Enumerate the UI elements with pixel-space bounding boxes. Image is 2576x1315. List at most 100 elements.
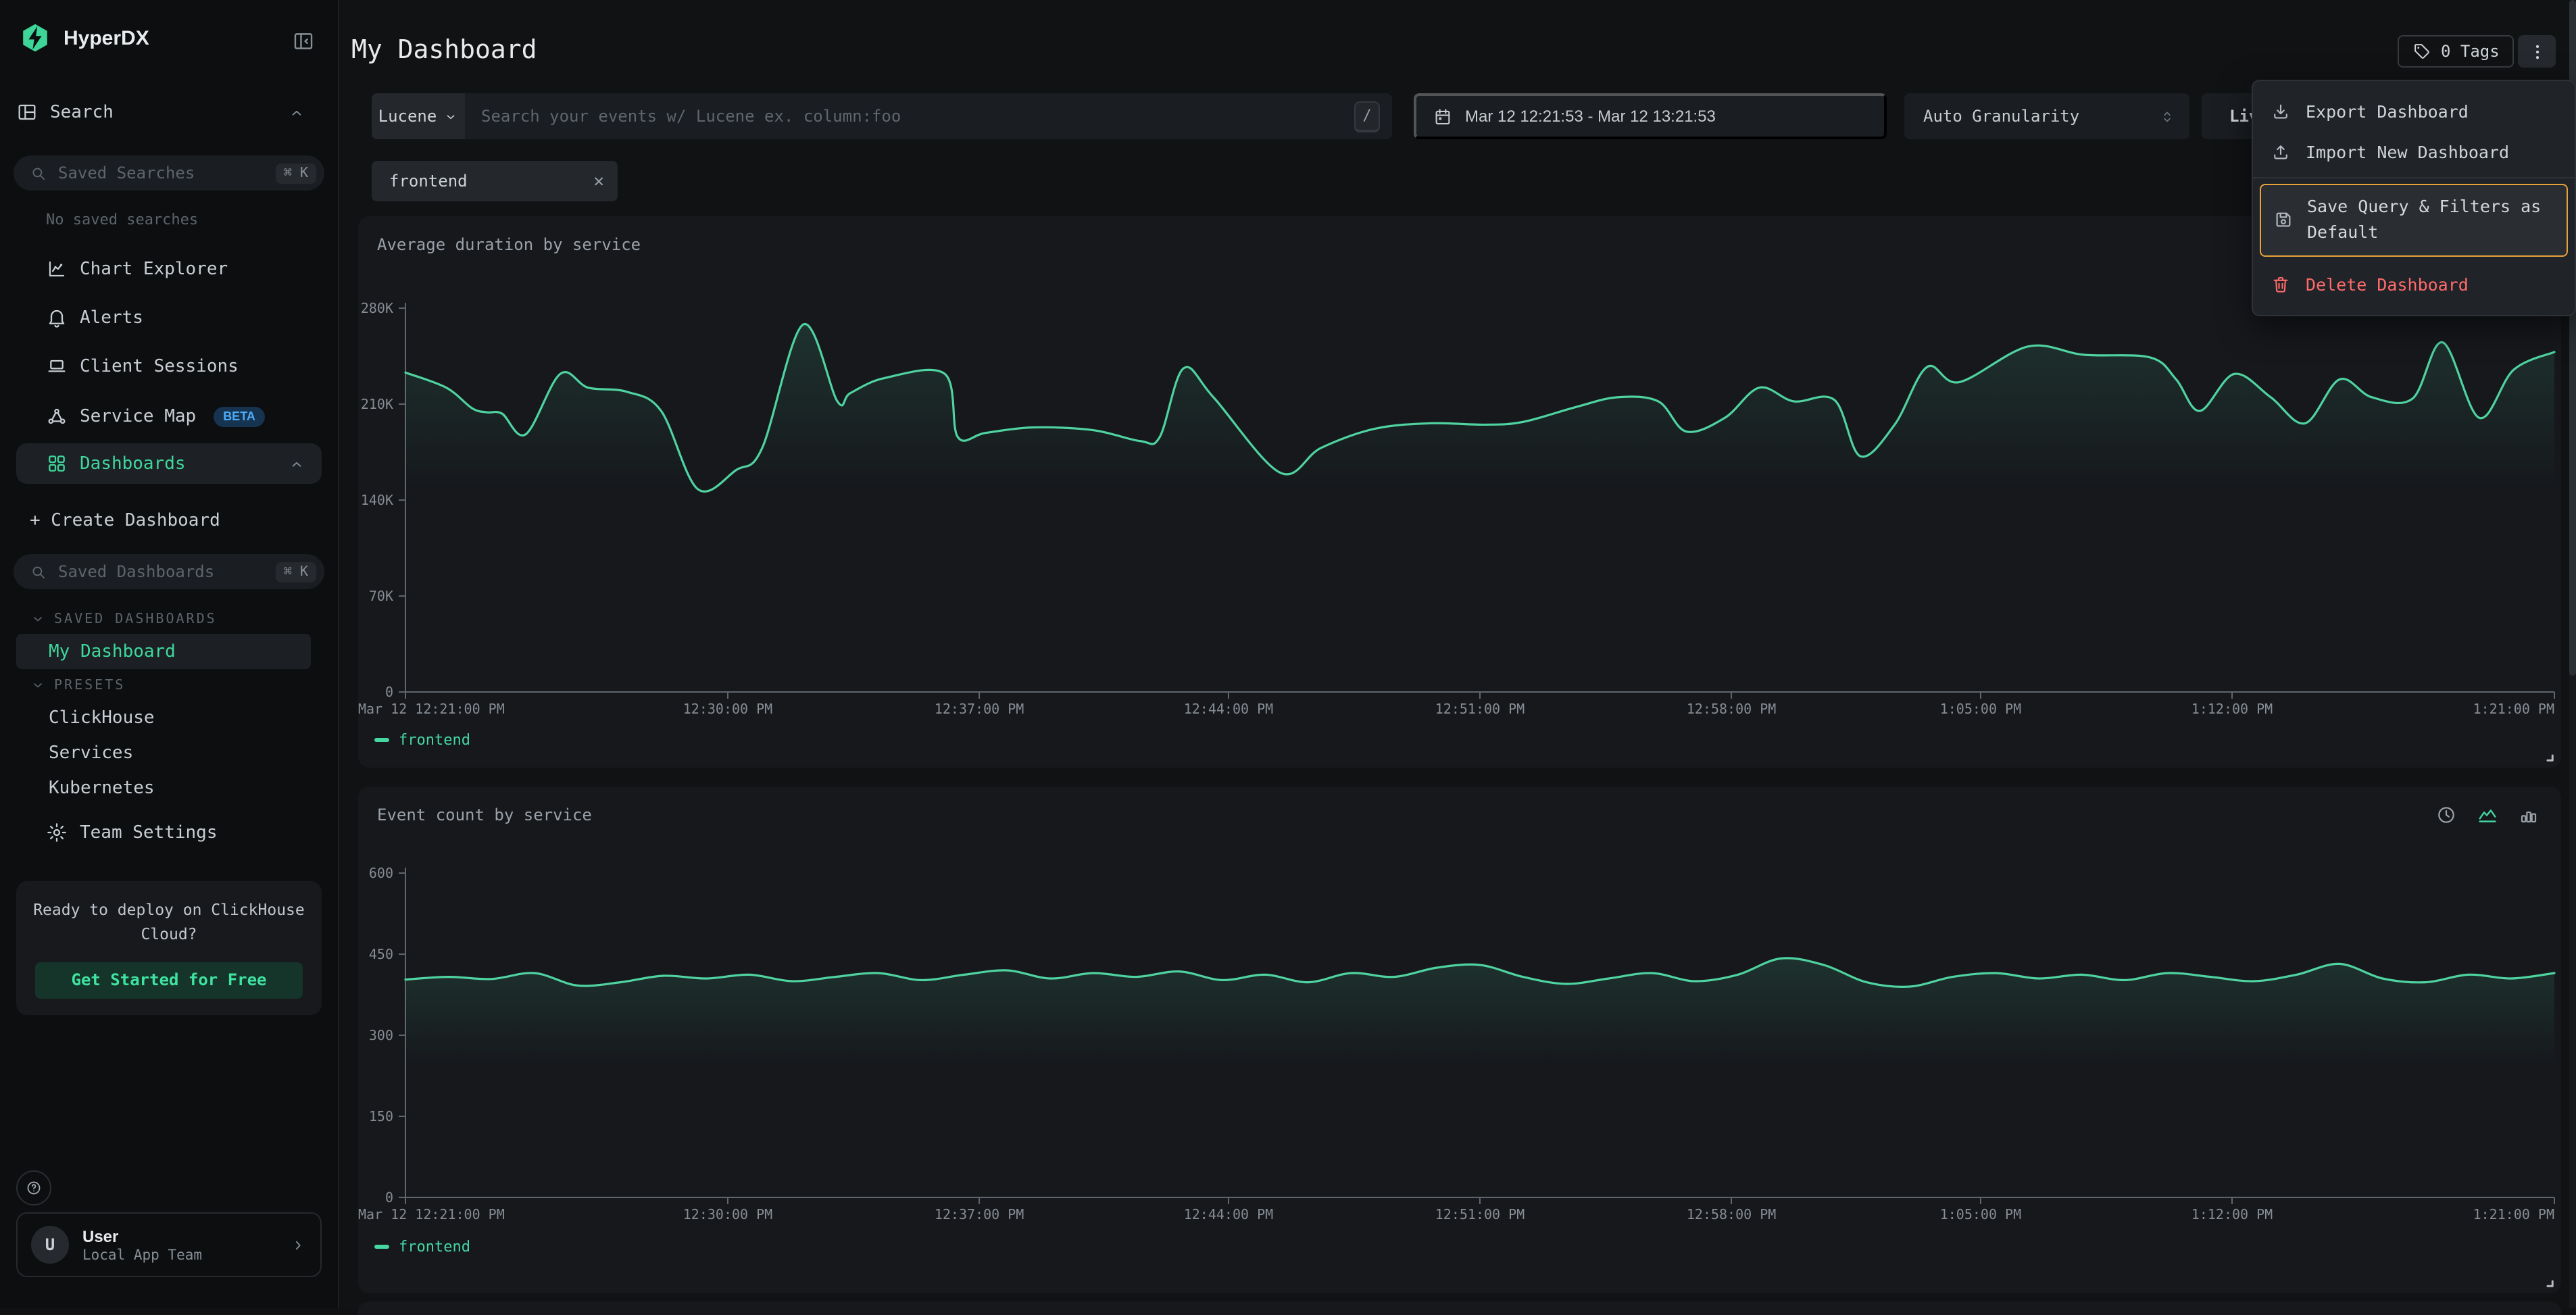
svg-text:0: 0 [385, 684, 393, 700]
upload-icon [2271, 141, 2291, 162]
sidebar-item-label: Chart Explorer [80, 259, 228, 279]
svg-text:210K: 210K [361, 396, 393, 412]
event-search-bar: Lucene Search your events w/ Lucene ex. … [372, 93, 1392, 139]
preset-item-kubernetes[interactable]: Kubernetes [49, 772, 155, 804]
svg-text:12:51:00 PM: 12:51:00 PM [1435, 1206, 1525, 1222]
panel-resize-handle[interactable] [2540, 1273, 2554, 1288]
chevron-right-icon [289, 1236, 307, 1254]
calendar-icon [1433, 106, 1453, 126]
create-dashboard-button[interactable]: + Create Dashboard [30, 504, 220, 537]
svg-text:1:21:00 PM: 1:21:00 PM [2473, 1206, 2554, 1222]
sidebar-item-search[interactable]: Search [16, 96, 322, 128]
preset-item-services[interactable]: Services [49, 737, 133, 769]
svg-text:12:58:00 PM: 12:58:00 PM [1687, 701, 1776, 717]
shortcut-badge: ⌘ K [276, 163, 316, 183]
svg-text:70K: 70K [369, 588, 393, 604]
svg-text:1:05:00 PM: 1:05:00 PM [1940, 1206, 2021, 1222]
sidebar-item-dashboards[interactable]: Dashboards [16, 443, 322, 484]
sidebar: HyperDX Search Saved Searches ⌘ K No sav… [0, 0, 339, 1308]
section-presets[interactable]: PRESETS [30, 674, 125, 696]
chevron-up-icon[interactable] [288, 103, 305, 121]
panel-resize-handle[interactable] [2540, 747, 2554, 762]
legend-swatch [374, 1245, 389, 1249]
saved-dashboard-item-my-dashboard[interactable]: My Dashboard [16, 634, 311, 669]
dashboard-options-button[interactable] [2518, 35, 2556, 68]
chart-legend[interactable]: frontend [374, 731, 470, 749]
svg-text:300: 300 [369, 1027, 393, 1043]
laptop-icon [46, 355, 68, 377]
select-chevrons-icon [2158, 107, 2176, 125]
granularity-value: Auto Granularity [1923, 107, 2079, 126]
line-chart-average-duration[interactable]: 070K140K210K280KMar 12 12:21:00 PM12:30:… [358, 216, 2561, 768]
line-chart-event-count[interactable]: 0150300450600Mar 12 12:21:00 PM12:30:00 … [358, 787, 2561, 1293]
sidebar-item-label: Search [50, 102, 114, 122]
table-icon [16, 101, 38, 123]
tag-icon [2412, 42, 2431, 61]
menu-item-export-dashboard[interactable]: Export Dashboard [2253, 91, 2575, 131]
sidebar-item-label: Service Map [80, 406, 196, 426]
help-button[interactable] [16, 1170, 51, 1206]
menu-item-delete-dashboard[interactable]: Delete Dashboard [2253, 264, 2575, 305]
dashboards-grid-icon [46, 453, 68, 474]
date-range-value: Mar 12 12:21:53 - Mar 12 13:21:53 [1465, 107, 1716, 126]
sidebar-item-label: Client Sessions [80, 356, 239, 376]
download-icon [2271, 101, 2291, 121]
sidebar-item-team-settings[interactable]: Team Settings [46, 816, 322, 849]
app-logo[interactable]: HyperDX [19, 22, 322, 54]
user-team: Local App Team [82, 1247, 202, 1263]
event-search-input[interactable]: Search your events w/ Lucene ex. column:… [465, 107, 1354, 126]
svg-text:600: 600 [369, 865, 393, 881]
question-icon [26, 1177, 42, 1199]
page-title: My Dashboard [351, 35, 537, 65]
sidebar-item-alerts[interactable]: Alerts [46, 301, 322, 334]
sidebar-item-chart-explorer[interactable]: Chart Explorer [46, 253, 322, 285]
section-label: SAVED DASHBOARDS [54, 612, 217, 626]
panel-collapse-icon [292, 30, 315, 53]
user-name: User [82, 1226, 202, 1245]
svg-text:450: 450 [369, 946, 393, 962]
user-menu[interactable]: U User Local App Team [16, 1212, 322, 1277]
chart-panel-event-count: Event count by service 0150300450600Mar … [358, 787, 2561, 1293]
menu-item-save-query-filters-default[interactable]: Save Query & Filters as Default [2260, 184, 2568, 256]
sidebar-item-label: Team Settings [80, 822, 218, 843]
get-started-button[interactable]: Get Started for Free [35, 962, 303, 998]
legend-label: frontend [399, 1238, 470, 1256]
saved-dashboards-input[interactable]: Saved Dashboards ⌘ K [14, 554, 324, 589]
chevron-down-icon [443, 109, 458, 124]
bell-icon [46, 307, 68, 328]
sidebar-item-client-sessions[interactable]: Client Sessions [46, 350, 322, 382]
svg-text:Mar 12 12:21:00 PM: Mar 12 12:21:00 PM [358, 1206, 505, 1222]
chart-panel-average-duration: Average duration by service 070K140K210K… [358, 216, 2561, 768]
tags-button[interactable]: 0 Tags [2398, 35, 2515, 68]
search-icon [30, 164, 47, 182]
section-saved-dashboards[interactable]: SAVED DASHBOARDS [30, 608, 217, 630]
saved-searches-input[interactable]: Saved Searches ⌘ K [14, 155, 324, 191]
sidebar-collapse-button[interactable] [292, 30, 315, 53]
sidebar-item-service-map[interactable]: Service Map BETA [46, 400, 322, 432]
svg-text:12:30:00 PM: 12:30:00 PM [683, 701, 772, 717]
no-saved-searches-text: No saved searches [46, 211, 198, 228]
chevron-down-icon [30, 677, 46, 693]
preset-item-clickhouse[interactable]: ClickHouse [49, 701, 155, 734]
svg-text:150: 150 [369, 1108, 393, 1124]
chevron-up-icon[interactable] [288, 455, 305, 472]
svg-text:12:37:00 PM: 12:37:00 PM [935, 701, 1024, 717]
granularity-select[interactable]: Auto Granularity [1904, 93, 2189, 139]
promo-text: Ready to deploy on ClickHouse Cloud? [30, 899, 308, 947]
query-language-value: Lucene [378, 107, 437, 126]
menu-divider [2253, 177, 2575, 178]
filter-chip-frontend[interactable]: frontend ✕ [372, 161, 618, 201]
query-language-select[interactable]: Lucene [372, 93, 465, 139]
svg-text:1:21:00 PM: 1:21:00 PM [2473, 701, 2554, 717]
menu-item-import-dashboard[interactable]: Import New Dashboard [2253, 131, 2575, 172]
dots-vertical-icon [2527, 41, 2547, 61]
menu-item-label: Delete Dashboard [2306, 274, 2469, 295]
date-range-picker[interactable]: Mar 12 12:21:53 - Mar 12 13:21:53 [1414, 93, 1887, 139]
svg-text:12:58:00 PM: 12:58:00 PM [1687, 1206, 1776, 1222]
chart-legend[interactable]: frontend [374, 1238, 470, 1256]
save-icon [2273, 210, 2294, 230]
close-icon[interactable]: ✕ [593, 171, 604, 191]
sidebar-item-label: Dashboards [80, 453, 186, 474]
legend-label: frontend [399, 731, 470, 749]
search-icon [30, 563, 47, 580]
